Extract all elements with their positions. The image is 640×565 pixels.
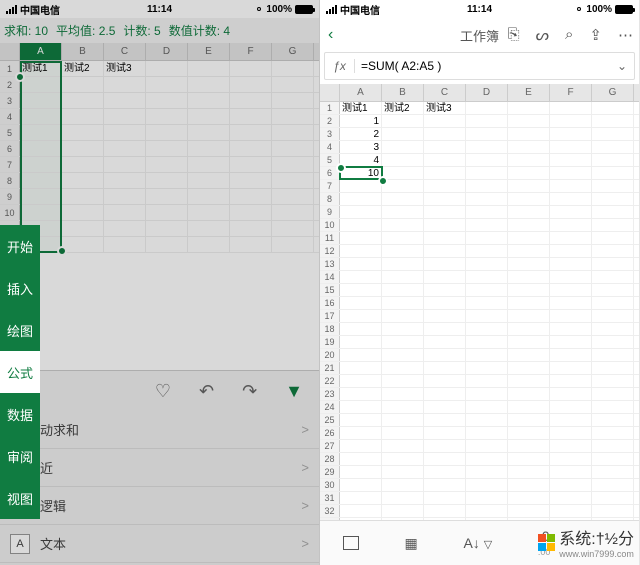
sheet-view-icon[interactable] [343, 536, 359, 550]
fx-icon[interactable]: ƒx [325, 59, 355, 73]
formula-expand-icon[interactable]: ⌄ [610, 59, 634, 73]
highlight-icon[interactable]: ▦ [405, 535, 418, 552]
ribbon-tab-3[interactable]: 公式 [0, 351, 40, 393]
formula-bar[interactable]: ƒx =SUM( A2:A5 ) ⌄ [324, 52, 635, 80]
ribbon-tab-5[interactable]: 审阅 [0, 435, 40, 477]
battery-pct: 100% [266, 4, 292, 15]
sort-filter-icon[interactable]: A↓ ▽ [463, 535, 492, 551]
ribbon-tab-1[interactable]: 插入 [0, 267, 40, 309]
column-header[interactable]: A B C D E F G [0, 43, 319, 61]
ribbon-tabs[interactable]: 开始插入绘图公式数据审阅视图 [0, 225, 40, 519]
redo-icon[interactable]: ↷ [242, 381, 257, 402]
draw-icon[interactable]: ᔕ [536, 26, 549, 44]
fn-item-1[interactable]: ★近> [0, 449, 319, 487]
watermark: 系统:†½分 www.win7999.com [538, 525, 634, 559]
formula-value[interactable]: =SUM( A2:A5 ) [355, 59, 610, 73]
selection-summary: 求和: 10 平均值: 2.5 计数: 5 数值计数: 4 [0, 18, 319, 43]
column-header[interactable]: A B C D E F G [320, 84, 639, 102]
title-bar: ‹ 工作簿 ⎘ ᔕ ⌕ ⇪ ⋯ [320, 18, 639, 52]
fn-item-0[interactable]: fx动求和> [0, 411, 319, 449]
more-icon[interactable]: ⋯ [618, 26, 633, 44]
workbook-title: 工作簿 [460, 26, 499, 45]
spreadsheet-grid[interactable]: 1测试1测试2测试3213243546107891011121314151617… [320, 102, 639, 532]
clock: 11:14 [147, 4, 172, 15]
undo-icon[interactable]: ↶ [199, 381, 214, 402]
margin-icon[interactable]: ⎘ [508, 26, 520, 44]
carrier-label: 中国电信 [20, 2, 60, 17]
back-icon[interactable]: ‹ [328, 26, 333, 44]
function-panel: ♡ ↶ ↷ ▼ fx动求和>★近>?逻辑>A文本> [0, 370, 319, 565]
ribbon-tab-4[interactable]: 数据 [0, 393, 40, 435]
microsoft-logo-icon [538, 534, 555, 551]
ribbon-tab-0[interactable]: 开始 [0, 225, 40, 267]
search-icon[interactable]: ⌕ [565, 26, 573, 44]
fn-item-3[interactable]: A文本> [0, 525, 319, 563]
collapse-icon[interactable]: ▼ [285, 381, 303, 402]
ribbon-tab-6[interactable]: 视图 [0, 477, 40, 519]
status-bar: 中国电信 11:14 100% [320, 0, 639, 18]
fn-item-2[interactable]: ?逻辑> [0, 487, 319, 525]
ribbon-tab-2[interactable]: 绘图 [0, 309, 40, 351]
spreadsheet-grid[interactable]: 1测试1测试2测试323456789101112 [0, 61, 319, 253]
status-bar: 中国电信 11:14 100% [0, 0, 319, 18]
share-icon[interactable]: ⇪ [589, 26, 602, 44]
lightbulb-icon[interactable]: ♡ [155, 381, 171, 402]
